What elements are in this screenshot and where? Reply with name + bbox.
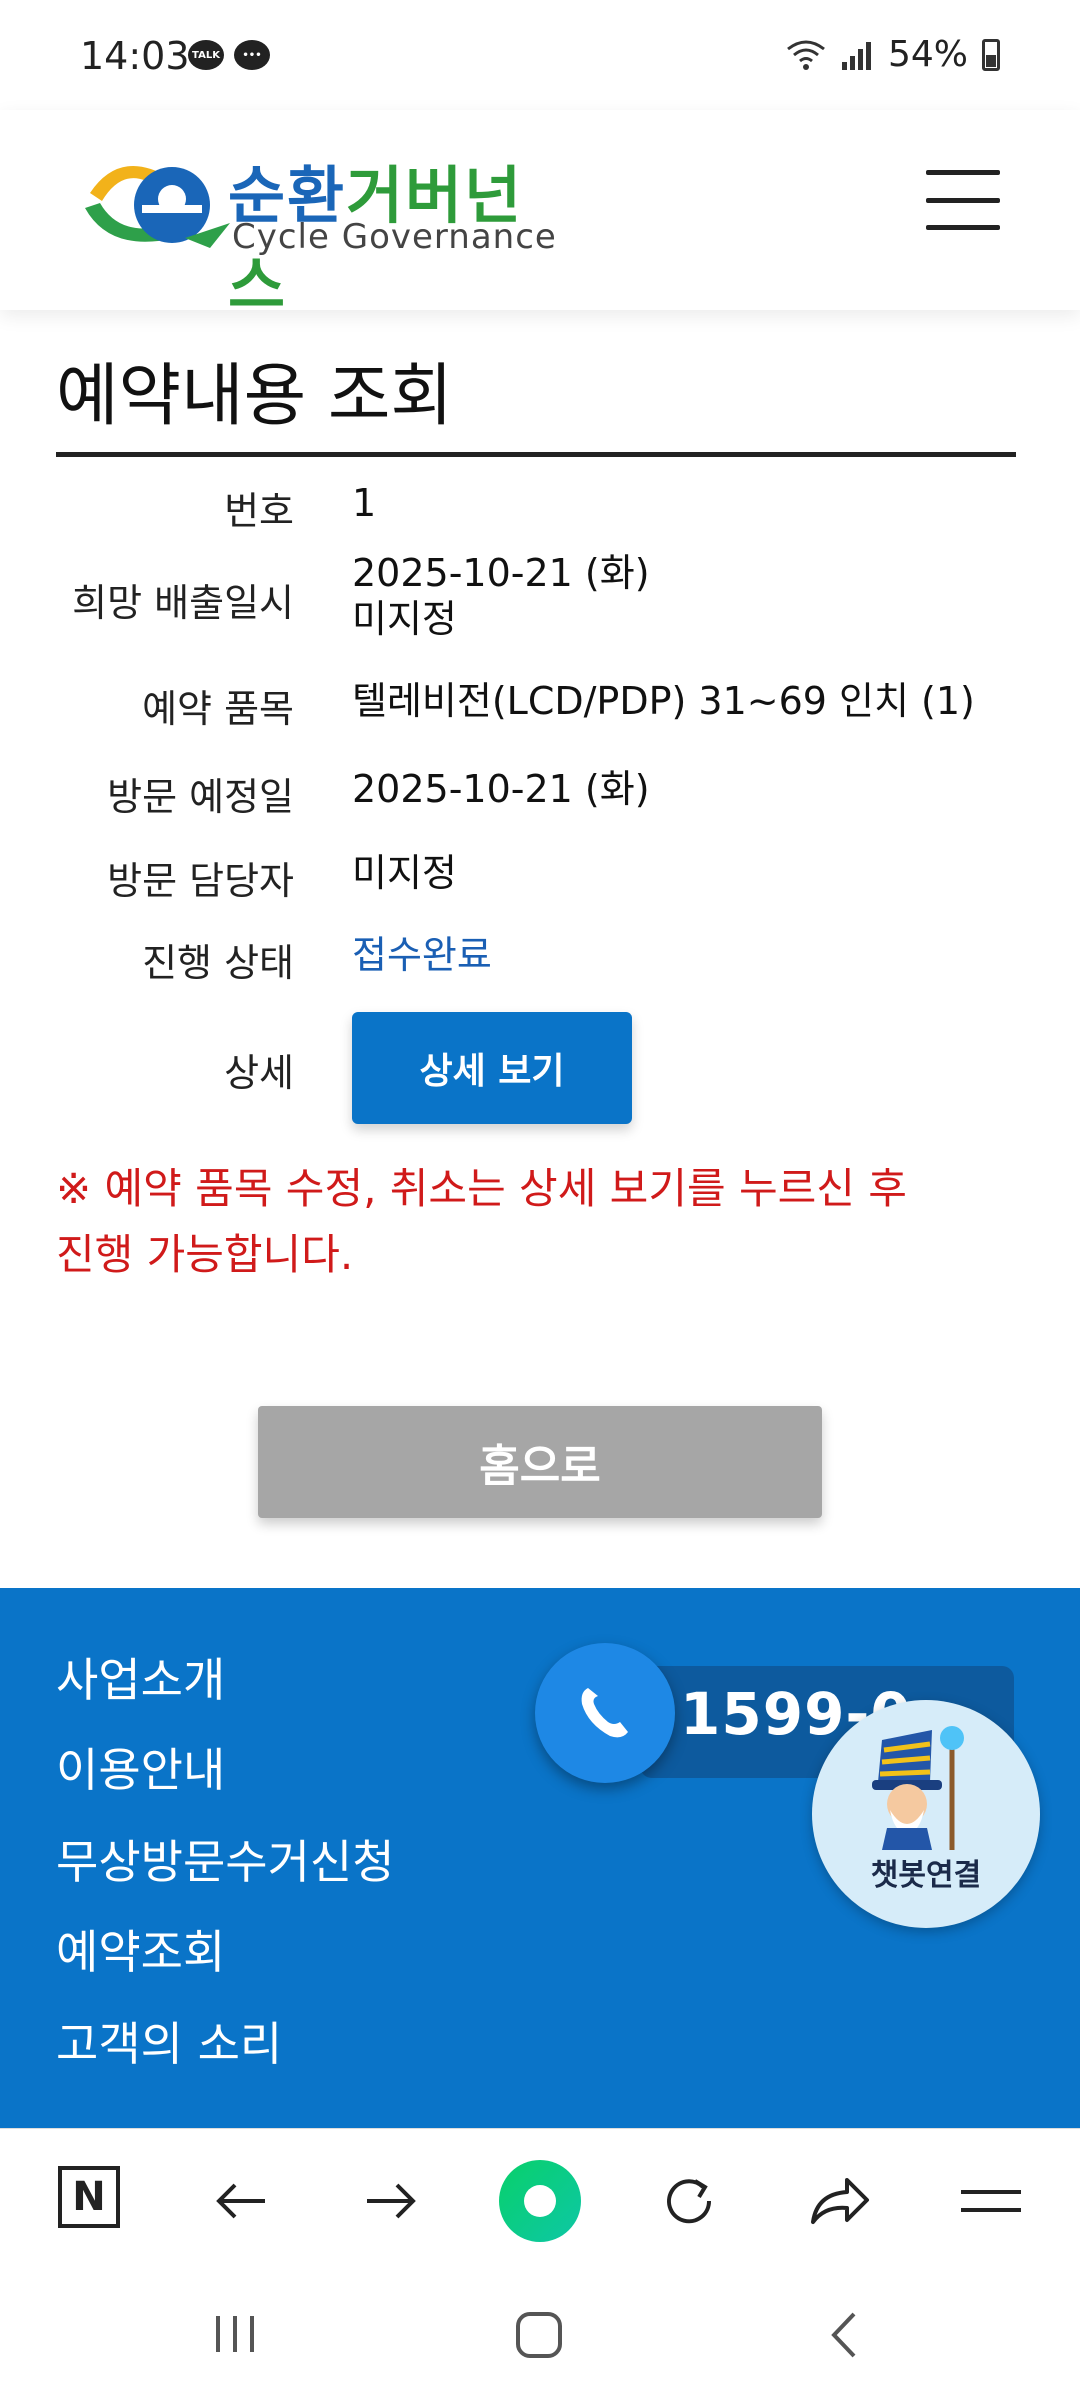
site-footer: 사업소개 이용안내 무상방문수거신청 예약조회 고객의 소리 1599-0 챗봇… xyxy=(0,1588,1080,2128)
footer-link-free-pickup[interactable]: 무상방문수거신청 xyxy=(56,1826,395,1892)
notice-line: 진행 가능합니다. xyxy=(56,1230,354,1279)
footer-link-about[interactable]: 사업소개 xyxy=(56,1644,225,1710)
status-badge: 접수완료 xyxy=(352,933,492,977)
row-value: 2025-10-21 (화) xyxy=(352,767,650,811)
row-label: 진행 상태 xyxy=(142,941,294,985)
footer-link-reservation[interactable]: 예약조회 xyxy=(56,1916,225,1982)
message-icon: ••• xyxy=(234,40,270,70)
footer-link-customer-voice[interactable]: 고객의 소리 xyxy=(56,2008,282,2074)
row-label: 희망 배출일시 xyxy=(72,581,294,625)
share-icon[interactable] xyxy=(804,2171,874,2231)
signal-icon xyxy=(841,41,871,70)
row-visit-date: 방문 예정일 2025-10-21 (화) xyxy=(56,766,650,821)
row-label: 상세 xyxy=(224,1051,294,1095)
site-logo[interactable]: 순환거버넌스 Cycle Governance xyxy=(80,145,560,322)
notice-line: ※ 예약 품목 수정, 취소는 상세 보기를 누르신 후 xyxy=(56,1164,907,1213)
footer-link-guide[interactable]: 이용안내 xyxy=(56,1734,225,1800)
site-header: 순환거버넌스 Cycle Governance xyxy=(0,110,1080,322)
row-value: 2025-10-21 (화) xyxy=(352,551,650,595)
row-value-secondary: 미지정 xyxy=(352,597,457,641)
phone-handset-icon xyxy=(581,1688,628,1738)
detail-view-button[interactable]: 상세 보기 xyxy=(352,1012,632,1124)
reservation-content: 예약내용 조회 번호 1 희망 배출일시 2025-10-21 (화) 미지정 … xyxy=(56,310,1016,1518)
chatbot-label: 챗봇연결 xyxy=(870,1858,982,1893)
battery-icon xyxy=(982,38,1000,71)
refresh-icon[interactable] xyxy=(654,2171,724,2231)
logo-e-icon xyxy=(85,166,230,248)
row-label: 예약 품목 xyxy=(142,687,294,731)
wifi-icon xyxy=(787,40,825,70)
browser-toolbar: N xyxy=(0,2128,1080,2268)
status-bar: 14:03 TALK ••• 54% xyxy=(0,0,1080,110)
naver-n-icon[interactable]: N xyxy=(54,2166,124,2228)
recent-apps-icon[interactable] xyxy=(212,2312,258,2360)
row-progress-status: 진행 상태 접수완료 xyxy=(56,932,492,987)
phone-icon[interactable] xyxy=(535,1643,675,1783)
notification-icons: TALK ••• xyxy=(188,40,270,70)
kakaotalk-icon: TALK xyxy=(188,40,224,70)
row-number: 번호 1 xyxy=(56,480,376,535)
row-detail: 상세 xyxy=(56,1042,294,1097)
row-value: 미지정 xyxy=(352,851,457,895)
page-title: 예약내용 조회 xyxy=(56,357,453,436)
logo-english-text: Cycle Governance xyxy=(232,217,557,257)
battery-percent: 54% xyxy=(887,34,968,75)
status-right: 54% xyxy=(786,34,1000,75)
home-icon[interactable] xyxy=(514,2310,564,2364)
forward-arrow-icon[interactable] xyxy=(356,2171,426,2231)
title-divider xyxy=(56,452,1016,457)
green-dot-icon[interactable] xyxy=(498,2159,582,2243)
home-button[interactable]: 홈으로 xyxy=(258,1406,822,1518)
row-value-group: 2025-10-21 (화) 미지정 xyxy=(294,550,650,642)
menu-icon[interactable] xyxy=(956,2171,1026,2231)
row-label: 방문 예정일 xyxy=(107,775,294,819)
system-nav-bar xyxy=(0,2268,1080,2400)
notice-text: ※ 예약 품목 수정, 취소는 상세 보기를 누르신 후 진행 가능합니다. xyxy=(56,1156,1016,1288)
back-icon[interactable] xyxy=(826,2310,862,2364)
hamburger-menu-icon[interactable] xyxy=(926,170,1000,230)
row-label: 방문 담당자 xyxy=(107,859,294,903)
status-time: 14:03 xyxy=(80,34,190,78)
row-label: 번호 xyxy=(224,489,294,533)
chatbot-button[interactable]: 챗봇연결 xyxy=(812,1700,1040,1928)
row-visit-staff: 방문 담당자 미지정 xyxy=(56,850,457,905)
row-value: 1 xyxy=(352,481,377,525)
row-items: 예약 품목 텔레비전(LCD/PDP) 31~69 인치 (1) xyxy=(56,678,975,733)
row-desired-date: 희망 배출일시 2025-10-21 (화) 미지정 xyxy=(56,550,650,642)
row-value: 텔레비전(LCD/PDP) 31~69 인치 (1) xyxy=(352,679,975,723)
back-arrow-icon[interactable] xyxy=(206,2171,276,2231)
